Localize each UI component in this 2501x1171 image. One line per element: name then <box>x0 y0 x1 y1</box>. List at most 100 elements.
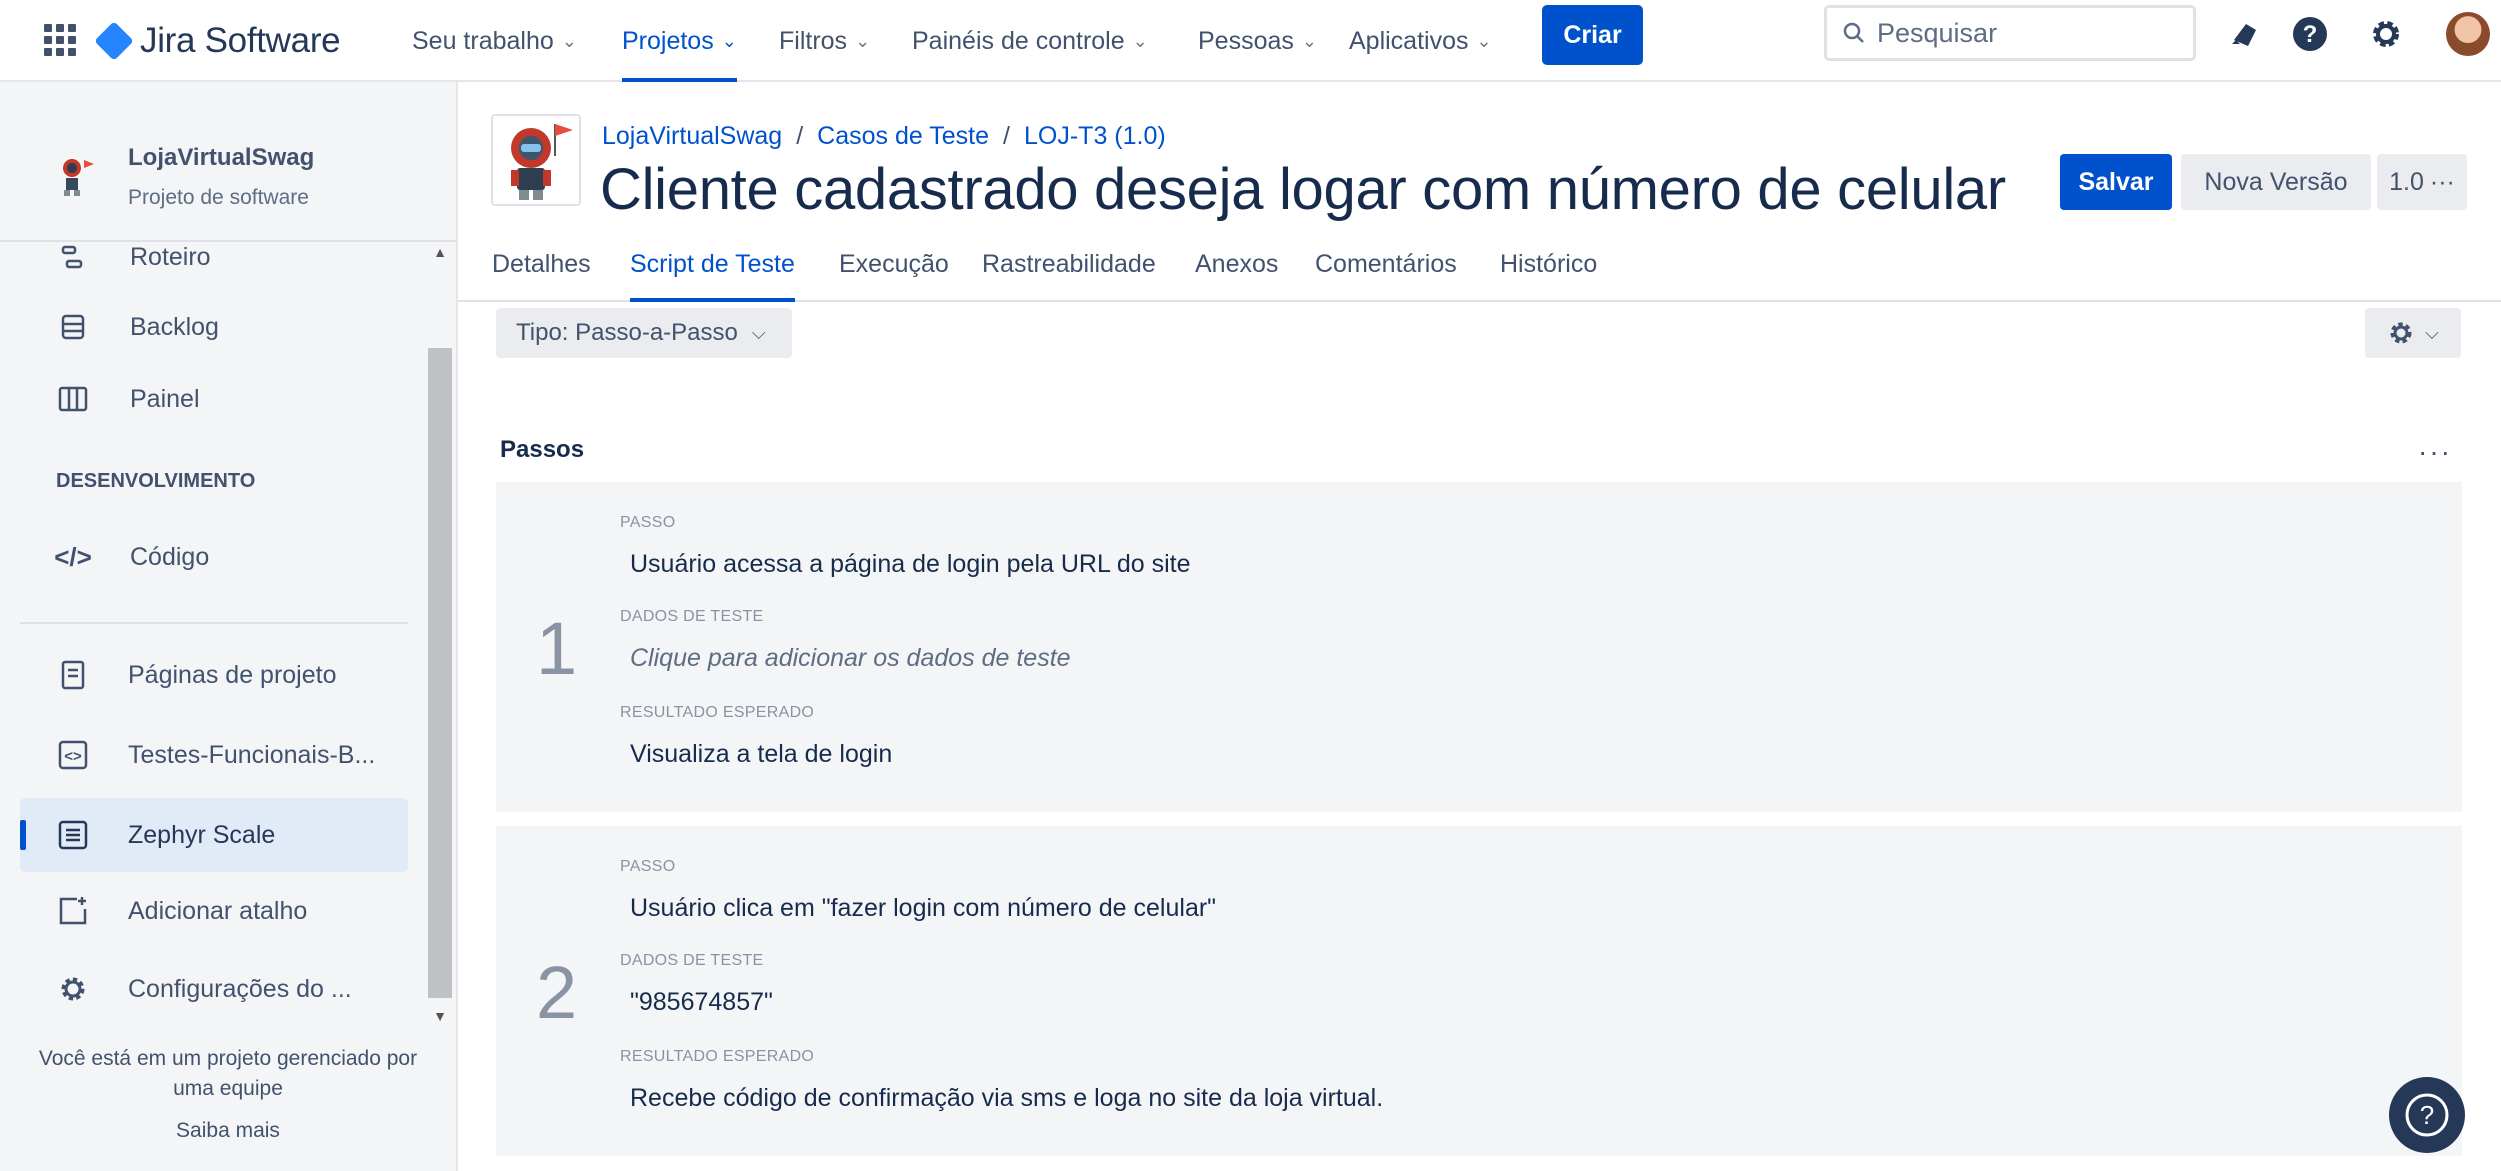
test-case-avatar <box>491 114 581 206</box>
test-step-1[interactable]: 1 PASSO Usuário acessa a página de login… <box>496 482 2462 812</box>
sidebar-item-label: Painel <box>130 384 200 413</box>
new-version-button[interactable]: Nova Versão <box>2181 154 2371 210</box>
nav-label: Projetos <box>622 26 714 55</box>
tab-script-de-teste[interactable]: Script de Teste <box>630 250 795 302</box>
breadcrumb-project[interactable]: LojaVirtualSwag <box>602 122 782 151</box>
embed-icon: <> <box>56 738 90 772</box>
nav-projetos[interactable]: Projetos ⌄ <box>622 0 737 82</box>
chevron-down-icon: ⌄ <box>1301 30 1317 51</box>
sidebar-item-painel[interactable]: Painel <box>20 362 408 436</box>
top-navigation: Jira Software Seu trabalho ⌄ Projetos ⌄ Fi… <box>0 0 2501 82</box>
scroll-down-arrow[interactable]: ▼ <box>430 1008 450 1028</box>
expected-result[interactable]: Visualiza a tela de login <box>630 740 892 769</box>
managed-project-note: Você está em um projeto gerenciado por u… <box>38 1047 418 1100</box>
sidebar-item-paginas[interactable]: Páginas de projeto <box>20 638 408 712</box>
search-icon <box>1843 22 1864 43</box>
svg-text:?: ? <box>2420 1100 2434 1130</box>
version-label: 1.0 <box>2389 167 2424 196</box>
version-menu-button[interactable]: 1.0 ··· <box>2377 154 2467 210</box>
page-title[interactable]: Cliente cadastrado deseja logar com núme… <box>600 156 2006 223</box>
step-description[interactable]: Usuário clica em "fazer login com número… <box>630 894 1216 923</box>
scroll-up-arrow[interactable]: ▲ <box>430 244 450 264</box>
tab-bar: Detalhes Script de Teste Execução Rastre… <box>458 240 2501 302</box>
code-icon: </> <box>54 541 92 572</box>
sidebar-item-label: Zephyr Scale <box>128 820 276 849</box>
create-button[interactable]: Criar <box>1542 5 1643 65</box>
sidebar-item-backlog[interactable]: Backlog <box>20 290 408 364</box>
breadcrumb-test-cases[interactable]: Casos de Teste <box>817 122 989 151</box>
tab-execucao[interactable]: Execução <box>839 250 949 302</box>
sidebar-scrollbar[interactable] <box>428 348 452 998</box>
sidebar-item-adicionar-atalho[interactable]: Adicionar atalho <box>20 874 408 948</box>
sidebar: LojaVirtualSwag Projeto de software Rote… <box>0 82 458 1171</box>
step-field-label: PASSO <box>620 514 676 531</box>
expected-result[interactable]: Recebe código de confirmação via sms e l… <box>630 1084 1383 1113</box>
jira-logo[interactable]: Jira Software <box>94 14 341 68</box>
nav-label: Painéis de controle <box>912 26 1125 55</box>
app-switcher-icon[interactable] <box>38 18 82 62</box>
tab-comentarios[interactable]: Comentários <box>1315 250 1457 302</box>
tab-rastreabilidade[interactable]: Rastreabilidade <box>982 250 1156 302</box>
settings-icon <box>56 972 90 1006</box>
more-icon: ··· <box>2429 167 2455 196</box>
test-data-placeholder[interactable]: Clique para adicionar os dados de teste <box>630 644 1071 673</box>
nav-aplicativos[interactable]: Aplicativos ⌄ <box>1349 0 1492 82</box>
notifications-icon[interactable] <box>2222 12 2266 56</box>
zephyr-icon <box>56 818 90 852</box>
breadcrumb-separator: / <box>796 122 804 150</box>
breadcrumb: LojaVirtualSwag / Casos de Teste / LOJ-T… <box>602 122 1166 151</box>
project-name: LojaVirtualSwag <box>128 144 315 171</box>
sidebar-item-configuracoes[interactable]: Configurações do ... <box>20 952 408 1026</box>
settings-icon[interactable] <box>2364 12 2408 56</box>
board-icon <box>56 382 90 416</box>
sidebar-item-label: Código <box>130 542 210 571</box>
nav-label: Aplicativos <box>1349 26 1469 55</box>
script-type-dropdown[interactable]: Tipo: Passo-a-Passo ⌵ <box>496 308 792 358</box>
sidebar-item-codigo[interactable]: </> Código <box>20 520 408 594</box>
test-data-value[interactable]: "985674857" <box>630 988 773 1017</box>
steps-more-icon[interactable]: ··· <box>2418 436 2452 468</box>
user-avatar[interactable] <box>2446 12 2490 56</box>
script-settings-dropdown[interactable]: ⌵ <box>2365 308 2461 358</box>
save-button[interactable]: Salvar <box>2060 154 2172 210</box>
tab-historico[interactable]: Histórico <box>1500 250 1597 302</box>
test-step-2[interactable]: 2 PASSO Usuário clica em "fazer login co… <box>496 826 2462 1156</box>
nav-label: Pessoas <box>1198 26 1294 55</box>
project-header[interactable]: LojaVirtualSwag Projeto de software <box>0 82 456 242</box>
tab-detalhes[interactable]: Detalhes <box>492 250 591 302</box>
chevron-down-icon: ⌄ <box>1476 30 1492 51</box>
section-desenvolvimento: DESENVOLVIMENTO <box>56 470 256 492</box>
svg-text:?: ? <box>2303 21 2318 48</box>
step-description[interactable]: Usuário acessa a página de login pela UR… <box>630 550 1191 579</box>
chevron-down-icon: ⌵ <box>751 322 766 343</box>
nav-label: Seu trabalho <box>412 26 554 55</box>
expected-result-label: RESULTADO ESPERADO <box>620 704 815 721</box>
help-button[interactable]: ? <box>2389 1077 2465 1153</box>
page-icon <box>56 658 90 692</box>
help-icon[interactable]: ? <box>2288 12 2332 56</box>
project-type: Projeto de software <box>128 186 309 209</box>
chevron-down-icon: ⌵ <box>2425 322 2439 343</box>
learn-more-link[interactable]: Saiba mais <box>0 1116 456 1146</box>
tab-anexos[interactable]: Anexos <box>1195 250 1278 302</box>
sidebar-item-testes-funcionais[interactable]: <> Testes-Funcionais-B... <box>20 718 408 792</box>
nav-paineis[interactable]: Painéis de controle ⌄ <box>912 0 1148 82</box>
sidebar-footer: Você está em um projeto gerenciado por u… <box>0 1044 456 1146</box>
test-data-label: DADOS DE TESTE <box>620 608 764 625</box>
chevron-down-icon: ⌄ <box>1132 30 1148 51</box>
sidebar-divider <box>20 622 408 624</box>
gear-icon <box>2390 322 2412 344</box>
nav-label: Filtros <box>779 26 848 55</box>
nav-seu-trabalho[interactable]: Seu trabalho ⌄ <box>412 0 577 82</box>
nav-pessoas[interactable]: Pessoas ⌄ <box>1198 0 1317 82</box>
search-placeholder: Pesquisar <box>1877 17 1998 48</box>
sidebar-item-zephyr-scale[interactable]: Zephyr Scale <box>20 798 408 872</box>
nav-filtros[interactable]: Filtros ⌄ <box>779 0 870 82</box>
sidebar-scroll-area: Roteiro Backlog Painel DESENVOLVIMENTO <… <box>0 240 456 1045</box>
svg-text:<>: <> <box>64 748 82 765</box>
breadcrumb-test-key[interactable]: LOJ-T3 (1.0) <box>1024 122 1166 151</box>
test-data-label: DADOS DE TESTE <box>620 952 764 969</box>
sidebar-item-roteiro[interactable]: Roteiro <box>20 242 408 294</box>
search-input[interactable]: Pesquisar <box>1824 5 2196 61</box>
add-shortcut-icon <box>56 894 90 928</box>
